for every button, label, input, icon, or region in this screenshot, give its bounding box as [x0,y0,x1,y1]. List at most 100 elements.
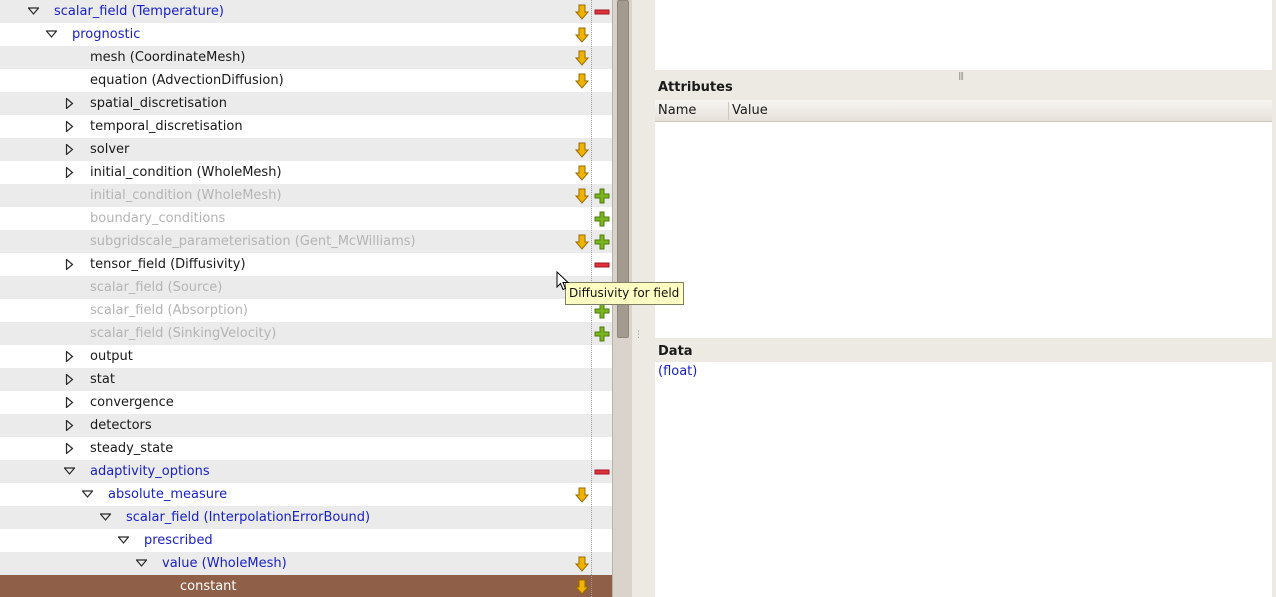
expander-open-icon[interactable] [136,558,147,569]
down-arrow-icon[interactable] [574,27,590,43]
tree-row[interactable]: scalar_field (Absorption) [0,299,612,322]
tree-row-label: scalar_field (SinkingVelocity) [90,326,277,341]
add-icon[interactable] [594,326,610,342]
tree-row-label: scalar_field (InterpolationErrorBound) [126,510,371,525]
tree-row[interactable]: spatial_discretisation [0,92,612,115]
expander-open-icon[interactable] [46,29,57,40]
tree-row[interactable]: boundary_conditions [0,207,612,230]
tree-row-label: stat [90,372,115,387]
tree-row[interactable]: subgridscale_parameterisation (Gent_McWi… [0,230,612,253]
expander-open-icon[interactable] [100,512,111,523]
tree-row[interactable]: scalar_field (SinkingVelocity) [0,322,612,345]
data-box[interactable]: (float) [655,362,1272,597]
expander-open-icon[interactable] [118,535,129,546]
expander-closed-icon[interactable] [64,98,75,109]
tree-row-label: prognostic [72,27,141,42]
tree-row-label: steady_state [90,441,174,456]
expander-closed-icon[interactable] [64,144,75,155]
tree-row-label: output [90,349,133,364]
tree-row-selected[interactable]: constant [0,575,612,597]
tree-row[interactable]: value (WholeMesh) [0,552,612,575]
expander-open-icon[interactable] [28,6,39,17]
tree-row-label: temporal_discretisation [90,119,243,134]
tree-row[interactable]: convergence [0,391,612,414]
horizontal-splitter-grip-icon[interactable]: ||| [958,71,964,80]
down-arrow-icon[interactable] [574,50,590,66]
tree-row-label: subgridscale_parameterisation (Gent_McWi… [90,234,416,249]
add-icon[interactable] [594,234,610,250]
tree-row[interactable]: steady_state [0,437,612,460]
tree-row-label: initial_condition (WholeMesh) [90,188,282,203]
tree-row[interactable]: absolute_measure [0,483,612,506]
tree-row[interactable]: prognostic [0,23,612,46]
tree-row[interactable]: output [0,345,612,368]
tree-row-label: mesh (CoordinateMesh) [90,50,246,65]
attributes-table[interactable]: Name Value [655,100,1272,338]
tree-row-label: convergence [90,395,174,410]
tree-row-label: initial_condition (WholeMesh) [90,165,282,180]
data-type-value: (float) [658,364,698,379]
column-header-name[interactable]: Name [658,103,696,118]
tree-row[interactable]: temporal_discretisation [0,115,612,138]
tree-row-label: boundary_conditions [90,211,226,226]
tree-row-label: absolute_measure [108,487,228,502]
tree-row[interactable]: prescribed [0,529,612,552]
tree-row[interactable]: initial_condition (WholeMesh) [0,184,612,207]
tree-row-label: scalar_field (Temperature) [54,4,224,19]
down-arrow-icon[interactable] [574,579,590,595]
remove-icon[interactable] [594,257,610,273]
expander-open-icon[interactable] [64,466,75,477]
add-icon[interactable] [594,188,610,204]
tree-row[interactable]: scalar_field (InterpolationErrorBound) [0,506,612,529]
remove-icon[interactable] [594,4,610,20]
down-arrow-icon[interactable] [574,73,590,89]
down-arrow-icon[interactable] [574,142,590,158]
add-icon[interactable] [594,211,610,227]
description-box [655,0,1272,70]
down-arrow-icon[interactable] [574,4,590,20]
tree-row-label: spatial_discretisation [90,96,227,111]
attributes-table-header: Name Value [655,100,1272,122]
tree-row[interactable]: stat [0,368,612,391]
tree-row-label: value (WholeMesh) [162,556,287,571]
down-arrow-icon[interactable] [574,556,590,572]
expander-open-icon[interactable] [82,489,93,500]
tree-row[interactable]: mesh (CoordinateMesh) [0,46,612,69]
down-arrow-icon[interactable] [574,188,590,204]
down-arrow-icon[interactable] [574,487,590,503]
down-arrow-icon[interactable] [574,234,590,250]
down-arrow-icon[interactable] [574,165,590,181]
tree-row-label: scalar_field (Source) [90,280,223,295]
tree-row[interactable]: detectors [0,414,612,437]
attributes-title: Attributes [658,80,733,95]
options-tree[interactable]: scalar_field (Temperature) prognostic mesh… [0,0,612,597]
expander-closed-icon[interactable] [64,121,75,132]
data-title: Data [658,344,693,359]
tree-row[interactable]: scalar_field (Temperature) [0,0,612,23]
tree-row-label: tensor_field (Diffusivity) [90,257,246,272]
expander-closed-icon[interactable] [64,259,75,270]
expander-closed-icon[interactable] [64,167,75,178]
mouse-cursor-icon [556,271,570,291]
tree-row[interactable]: initial_condition (WholeMesh) [0,161,612,184]
expander-closed-icon[interactable] [64,374,75,385]
splitter-grip-icon: ⋮ [634,330,643,340]
expander-closed-icon[interactable] [64,420,75,431]
tree-row[interactable]: scalar_field (Source) [0,276,612,299]
tree-row-label: scalar_field (Absorption) [90,303,249,318]
tree-row-label: detectors [90,418,152,433]
expander-closed-icon[interactable] [64,443,75,454]
tree-row[interactable]: solver [0,138,612,161]
add-icon[interactable] [594,303,610,319]
expander-closed-icon[interactable] [64,351,75,362]
tree-row-label: solver [90,142,130,157]
tree-row[interactable]: adaptivity_options [0,460,612,483]
tree-row[interactable]: tensor_field (Diffusivity) [0,253,612,276]
expander-closed-icon[interactable] [64,397,75,408]
column-separator[interactable] [728,102,729,120]
remove-icon[interactable] [594,464,610,480]
tree-row-label: adaptivity_options [90,464,210,479]
tree-row[interactable]: equation (AdvectionDiffusion) [0,69,612,92]
tree-row-label: constant [180,579,237,594]
column-header-value[interactable]: Value [732,103,768,118]
